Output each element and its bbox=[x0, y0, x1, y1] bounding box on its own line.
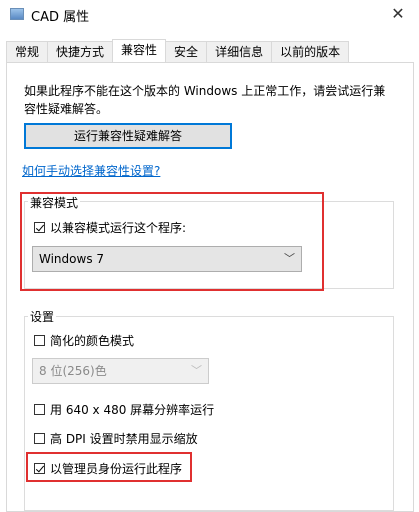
chevron-down-icon: ﹀ bbox=[191, 364, 202, 377]
title-bar: CAD 属性 ✕ bbox=[0, 0, 419, 30]
run-as-admin-row[interactable]: 以管理员身份运行此程序 bbox=[34, 460, 182, 477]
tab-general[interactable]: 常规 bbox=[6, 41, 49, 62]
run-as-admin-label: 以管理员身份运行此程序 bbox=[50, 462, 183, 476]
os-version-select[interactable]: Windows 7 ﹀ bbox=[32, 246, 302, 272]
run-in-compat-label: 以兼容模式运行这个程序: bbox=[50, 221, 187, 235]
window-title: CAD 属性 bbox=[31, 10, 90, 25]
settings-group-label: 设置 bbox=[28, 308, 57, 325]
run-in-compat-row[interactable]: 以兼容模式运行这个程序: bbox=[34, 219, 186, 236]
res-640-checkbox[interactable] bbox=[34, 404, 45, 415]
manual-settings-link[interactable]: 如何手动选择兼容性设置? bbox=[22, 162, 160, 179]
run-in-compat-checkbox[interactable] bbox=[34, 222, 45, 233]
tab-security[interactable]: 安全 bbox=[165, 41, 208, 62]
os-version-value: Windows 7 bbox=[39, 252, 105, 266]
res-640-row[interactable]: 用 640 x 480 屏幕分辨率运行 bbox=[34, 401, 214, 418]
app-window-icon bbox=[10, 8, 24, 20]
color-depth-select: 8 位(256)色 ﹀ bbox=[32, 358, 209, 384]
troubleshoot-button[interactable]: 运行兼容性疑难解答 bbox=[24, 123, 232, 149]
compat-mode-group bbox=[24, 201, 394, 289]
high-dpi-row[interactable]: 高 DPI 设置时禁用显示缩放 bbox=[34, 430, 198, 447]
run-as-admin-checkbox[interactable] bbox=[34, 463, 45, 474]
compatibility-description: 如果此程序不能在这个版本的 Windows 上正常工作，请尝试运行兼容性疑难解答… bbox=[24, 84, 386, 116]
properties-window: CAD 属性 ✕ 常规 快捷方式 兼容性 安全 详细信息 以前的版本 如果此程序… bbox=[0, 0, 419, 512]
close-icon[interactable]: ✕ bbox=[383, 2, 413, 26]
high-dpi-checkbox[interactable] bbox=[34, 433, 45, 444]
color-depth-value: 8 位(256)色 bbox=[39, 364, 107, 378]
compat-mode-group-label: 兼容模式 bbox=[28, 194, 81, 211]
res-640-label: 用 640 x 480 屏幕分辨率运行 bbox=[50, 403, 215, 417]
tab-strip: 常规 快捷方式 兼容性 安全 详细信息 以前的版本 bbox=[6, 39, 350, 62]
tab-details[interactable]: 详细信息 bbox=[206, 41, 273, 62]
tab-previous-versions[interactable]: 以前的版本 bbox=[271, 41, 350, 62]
reduced-color-label: 简化的颜色模式 bbox=[50, 334, 135, 348]
chevron-down-icon: ﹀ bbox=[284, 252, 295, 265]
high-dpi-label: 高 DPI 设置时禁用显示缩放 bbox=[50, 432, 198, 446]
reduced-color-row[interactable]: 简化的颜色模式 bbox=[34, 332, 134, 349]
tab-compatibility[interactable]: 兼容性 bbox=[112, 39, 167, 62]
tab-shortcut[interactable]: 快捷方式 bbox=[47, 41, 114, 62]
reduced-color-checkbox[interactable] bbox=[34, 335, 45, 346]
